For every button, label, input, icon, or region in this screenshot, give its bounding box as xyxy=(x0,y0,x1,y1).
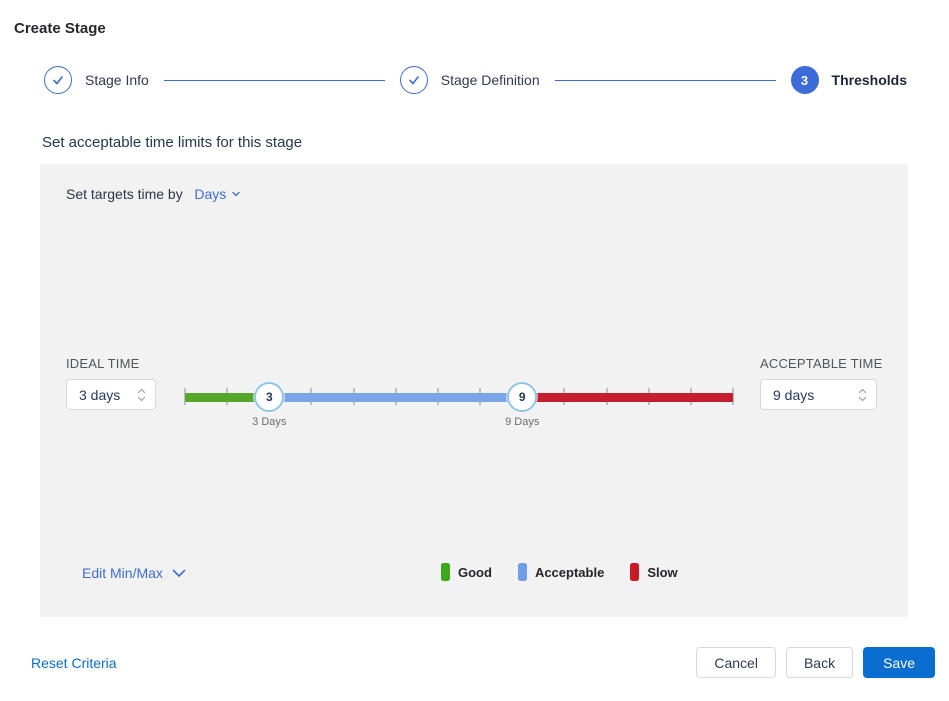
good-swatch-icon xyxy=(441,563,450,581)
legend-item-slow: Slow xyxy=(630,563,677,581)
ideal-time-input[interactable]: 3 days xyxy=(66,379,156,410)
stepper-step-stage-definition[interactable]: Stage Definition xyxy=(400,66,540,94)
acceptable-time-label: ACCEPTABLE TIME xyxy=(760,356,882,371)
ideal-time-stepper[interactable] xyxy=(137,388,155,402)
acceptable-time-input[interactable]: 9 days xyxy=(760,379,877,410)
edit-minmax-label: Edit Min/Max xyxy=(82,565,163,581)
section-heading: Set acceptable time limits for this stag… xyxy=(42,134,949,151)
step-complete-check-icon xyxy=(44,66,72,94)
back-button[interactable]: Back xyxy=(786,647,853,678)
step-complete-check-icon xyxy=(400,66,428,94)
chevron-down-icon xyxy=(137,396,146,402)
acceptable-time-value: 9 days xyxy=(761,387,858,403)
unit-dropdown-value: Days xyxy=(194,186,226,202)
acceptable-handle-label: 9 Days xyxy=(505,416,539,428)
stepper-step-stage-info[interactable]: Stage Info xyxy=(44,66,149,94)
ideal-handle[interactable]: 3 xyxy=(254,382,284,412)
chevron-down-icon xyxy=(231,189,241,199)
slow-swatch-icon xyxy=(630,563,639,581)
stepper-connector xyxy=(555,80,776,81)
acceptable-handle[interactable]: 9 xyxy=(507,382,537,412)
acceptable-segment xyxy=(269,393,522,402)
acceptable-time-stepper[interactable] xyxy=(858,388,876,402)
chevron-up-icon xyxy=(858,388,867,394)
stepper-connector xyxy=(164,80,385,81)
ideal-handle-label: 3 Days xyxy=(252,416,286,428)
edit-minmax-toggle[interactable]: Edit Min/Max xyxy=(82,565,186,581)
page-title: Create Stage xyxy=(14,20,949,37)
slider-legend: Good Acceptable Slow xyxy=(441,563,704,581)
legend-item-acceptable: Acceptable xyxy=(518,563,604,581)
chevron-up-icon xyxy=(137,388,146,394)
step-label: Stage Definition xyxy=(441,72,540,88)
ideal-time-value: 3 days xyxy=(67,387,137,403)
reset-criteria-link[interactable]: Reset Criteria xyxy=(31,655,117,671)
cancel-button[interactable]: Cancel xyxy=(696,647,776,678)
set-targets-row: Set targets time by Days xyxy=(66,186,241,202)
step-number-badge: 3 xyxy=(791,66,819,94)
stepper-step-thresholds[interactable]: 3 Thresholds xyxy=(791,66,907,94)
save-button[interactable]: Save xyxy=(863,647,935,678)
legend-label: Acceptable xyxy=(535,565,604,580)
legend-item-good: Good xyxy=(441,563,492,581)
step-label: Thresholds xyxy=(832,72,907,88)
ideal-time-label: IDEAL TIME xyxy=(66,356,156,371)
set-targets-label: Set targets time by xyxy=(66,186,183,202)
legend-label: Slow xyxy=(647,565,677,580)
legend-label: Good xyxy=(458,565,492,580)
step-label: Stage Info xyxy=(85,72,149,88)
slow-segment xyxy=(522,393,733,402)
time-slider[interactable]: 3 3 Days 9 9 Days xyxy=(185,382,733,430)
chevron-down-icon xyxy=(858,396,867,402)
chevron-down-icon xyxy=(172,569,186,578)
stepper: Stage Info Stage Definition 3 Thresholds xyxy=(44,66,907,94)
thresholds-panel: Set targets time by Days IDEAL TIME 3 da… xyxy=(40,164,908,617)
ideal-time-group: IDEAL TIME 3 days xyxy=(66,356,156,410)
unit-dropdown[interactable]: Days xyxy=(194,186,241,202)
footer-actions: Reset Criteria Cancel Back Save xyxy=(31,647,935,678)
acceptable-swatch-icon xyxy=(518,563,527,581)
acceptable-time-group: ACCEPTABLE TIME 9 days xyxy=(760,356,882,410)
